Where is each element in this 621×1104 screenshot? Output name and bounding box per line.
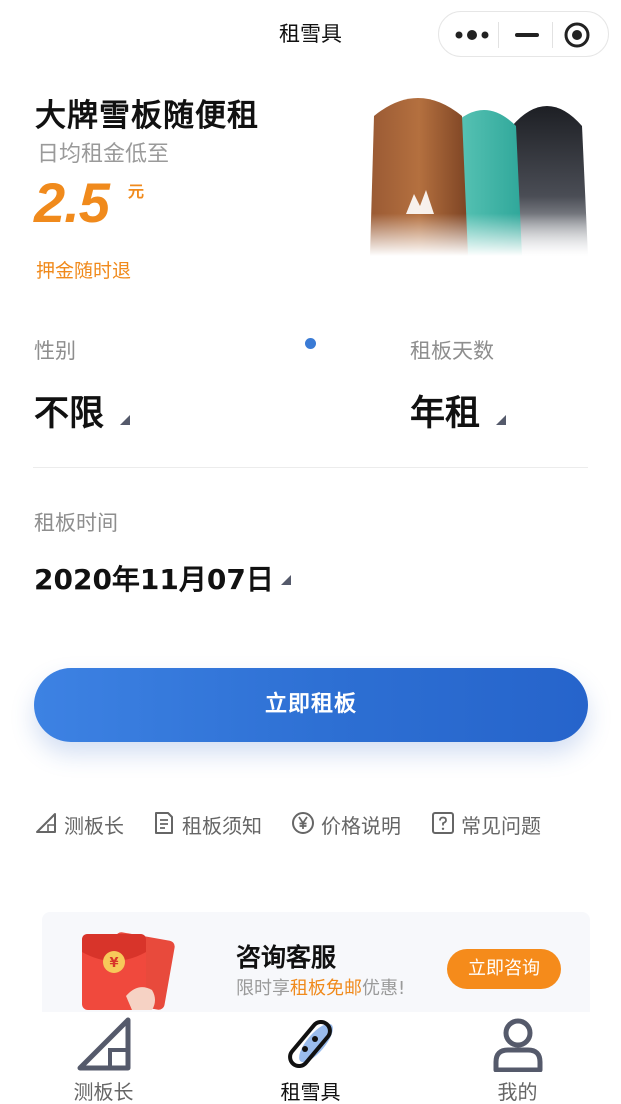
link-label: 租板须知 <box>182 814 262 838</box>
ruler-triangle-icon <box>77 1017 131 1071</box>
service-subtitle-prefix: 限时享 <box>236 978 290 999</box>
user-icon <box>493 1018 543 1072</box>
svg-text:¥: ¥ <box>109 956 118 971</box>
info-links: 测板长 租板须知 价格说明 常见问题 <box>34 806 594 846</box>
more-icon[interactable] <box>453 28 493 42</box>
rental-days-dropdown-icon[interactable] <box>496 415 506 425</box>
link-label: 价格说明 <box>321 814 401 838</box>
price: 2.5 元 <box>34 170 144 235</box>
link-label: 常见问题 <box>461 814 541 838</box>
mini-program-capsule <box>438 11 609 57</box>
price-value: 2.5 <box>34 171 110 234</box>
consult-now-button[interactable]: 立即咨询 <box>447 949 561 989</box>
tab-label: 我的 <box>497 1080 538 1104</box>
tab-rent-gear[interactable]: 租雪具 <box>207 1012 414 1104</box>
service-subtitle-suffix: 优惠! <box>362 978 406 999</box>
document-icon <box>155 812 173 834</box>
snowboards-image <box>352 86 602 256</box>
rental-days-select[interactable]: 年租 <box>410 385 480 436</box>
service-subtitle-highlight: 租板免邮 <box>290 978 362 999</box>
minimize-icon[interactable] <box>513 28 541 42</box>
red-envelope-icon: ¥ <box>82 932 175 1010</box>
link-label: 测板长 <box>64 814 124 838</box>
question-icon <box>432 812 454 834</box>
rental-days-label: 租板天数 <box>410 339 494 363</box>
carousel-dot-active <box>305 338 316 349</box>
price-unit: 元 <box>128 182 145 201</box>
deposit-note: 押金随时退 <box>36 260 132 282</box>
tab-bar: 测板长 租雪具 我的 <box>0 1012 621 1104</box>
form-divider <box>33 467 588 468</box>
close-target-icon[interactable] <box>563 21 591 49</box>
rental-date-dropdown-icon[interactable] <box>281 575 291 585</box>
navigation-bar: 租雪具 <box>0 0 621 66</box>
yen-circle-icon <box>292 812 314 834</box>
banner-subtitle: 日均租金低至 <box>37 142 170 167</box>
customer-service-card[interactable]: ¥ 咨询客服 限时享租板免邮优惠! 立即咨询 <box>42 912 590 1012</box>
service-subtitle: 限时享租板免邮优惠! <box>236 974 405 1000</box>
tab-label: 测板长 <box>73 1080 134 1104</box>
gender-select[interactable]: 不限 <box>34 385 104 436</box>
tab-profile[interactable]: 我的 <box>414 1012 621 1104</box>
service-title: 咨询客服 <box>236 943 337 972</box>
carousel-indicator <box>305 338 317 350</box>
banner-title: 大牌雪板随便租 <box>35 98 259 134</box>
ruler-triangle-icon <box>36 813 56 833</box>
tab-measure-board[interactable]: 测板长 <box>0 1012 207 1104</box>
gender-label: 性别 <box>34 339 76 363</box>
tab-label: 租雪具 <box>280 1080 341 1104</box>
rental-date-picker[interactable]: 2020年11月07日 <box>34 558 274 598</box>
rent-now-button[interactable]: 立即租板 <box>34 668 588 742</box>
promo-banner[interactable]: 大牌雪板随便租 日均租金低至 2.5 元 押金随时退 <box>0 66 621 349</box>
rental-time-label: 租板时间 <box>34 511 118 535</box>
snowboard-icon <box>288 1019 333 1069</box>
gender-dropdown-icon[interactable] <box>120 415 130 425</box>
